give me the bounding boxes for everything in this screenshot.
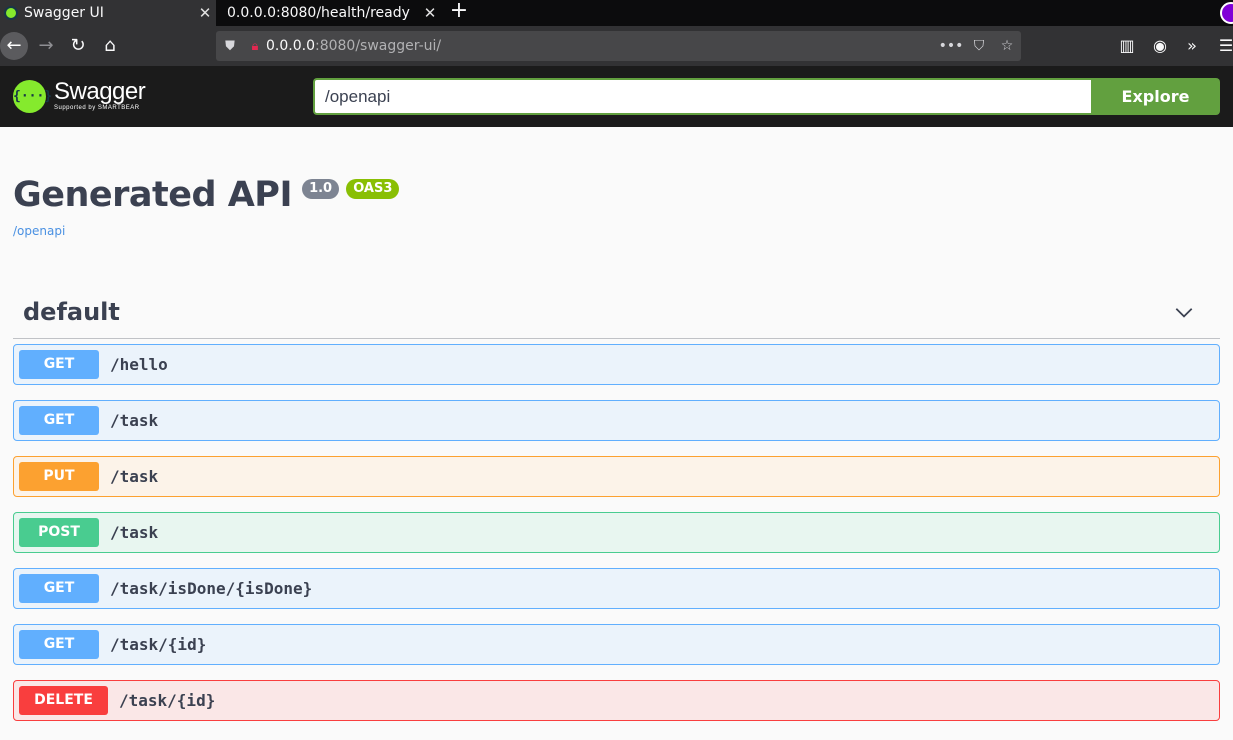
address-bar[interactable]: ⛊ 🔒︎ 0.0.0.0:8080/swagger-ui/ ••• ⛉ ☆ [216,31,1021,61]
url-host: 0.0.0.0 [266,38,315,54]
url-text[interactable]: 0.0.0.0:8080/swagger-ui/ [266,38,937,54]
account-icon[interactable]: ◉ [1146,32,1174,60]
spec-link[interactable]: /openapi [13,224,65,238]
close-icon[interactable]: ✕ [419,4,441,22]
method-badge: GET [19,574,99,603]
method-badge: POST [19,518,99,547]
library-icon[interactable]: ▥ [1113,32,1141,60]
bookmark-star-icon[interactable]: ☆ [993,38,1021,54]
method-badge: DELETE [19,686,108,715]
operation-path: /task/isDone/{isDone} [110,579,313,598]
operation-path: /hello [110,355,168,374]
operation-get-task-isdone[interactable]: GET /task/isDone/{isDone} [13,568,1220,609]
browser-tab-strip: Swagger UI ✕ 0.0.0.0:8080/health/ready ✕… [0,0,1233,26]
logo-name: Swagger [54,78,146,105]
tab-swagger-ui[interactable]: Swagger UI ✕ [0,0,216,26]
operation-get-task-id[interactable]: GET /task/{id} [13,624,1220,665]
reload-button[interactable]: ↻ [64,32,92,60]
close-icon[interactable]: ✕ [194,4,216,22]
new-tab-button[interactable]: + [448,0,470,26]
method-badge: PUT [19,462,99,491]
back-button[interactable]: ← [0,32,28,60]
forward-button[interactable]: → [32,32,60,60]
operation-path: /task [110,523,159,542]
operation-path: /task [110,467,159,486]
page-actions-icon[interactable]: ••• [937,38,965,54]
url-path: :8080/swagger-ui/ [314,38,442,54]
tracking-shield-icon[interactable]: ⛊ [216,39,244,54]
operation-delete-task-id[interactable]: DELETE /task/{id} [13,680,1220,721]
page-title: Generated API [13,175,292,215]
operation-get-hello[interactable]: GET /hello [13,344,1220,385]
home-button[interactable]: ⌂ [96,32,124,60]
swagger-logo-icon: {···} [13,79,52,113]
method-badge: GET [19,350,99,379]
overflow-icon[interactable]: » [1178,32,1206,60]
tag-name: default [23,298,120,326]
operation-path: /task/{id} [110,635,207,654]
tag-section-header[interactable]: default [13,288,1220,339]
extension-icon[interactable] [1220,2,1233,24]
operation-post-task[interactable]: POST /task [13,512,1220,553]
swagger-topbar: {···} Swagger Supported by SMARTBEAR Exp… [0,66,1233,127]
logo-subtitle: Supported by SMARTBEAR [54,105,140,111]
menu-icon[interactable]: ☰ [1212,32,1233,60]
operation-path: /task [110,411,159,430]
spec-url-input[interactable] [313,78,1092,115]
tab-title: 0.0.0.0:8080/health/ready [227,5,410,21]
swagger-favicon-icon [4,6,18,20]
tab-title: Swagger UI [24,5,104,21]
tab-health-ready[interactable]: 0.0.0.0:8080/health/ready ✕ [216,0,441,26]
pocket-icon[interactable]: ⛉ [965,38,993,54]
api-info: Generated API 1.0 OAS3 [13,175,400,215]
oas-badge: OAS3 [346,179,400,199]
swagger-logo[interactable]: {···} Swagger Supported by SMARTBEAR [13,76,146,116]
operation-put-task[interactable]: PUT /task [13,456,1220,497]
operation-get-task[interactable]: GET /task [13,400,1220,441]
version-badge: 1.0 [302,179,340,199]
explore-button[interactable]: Explore [1091,78,1220,115]
insecure-lock-icon[interactable]: 🔒︎ [244,39,266,54]
method-badge: GET [19,630,99,659]
method-badge: GET [19,406,99,435]
chevron-down-icon[interactable] [1173,301,1195,323]
operation-path: /task/{id} [119,691,216,710]
browser-navbar: ← → ↻ ⌂ ⛊ 🔒︎ 0.0.0.0:8080/swagger-ui/ ••… [0,26,1233,66]
